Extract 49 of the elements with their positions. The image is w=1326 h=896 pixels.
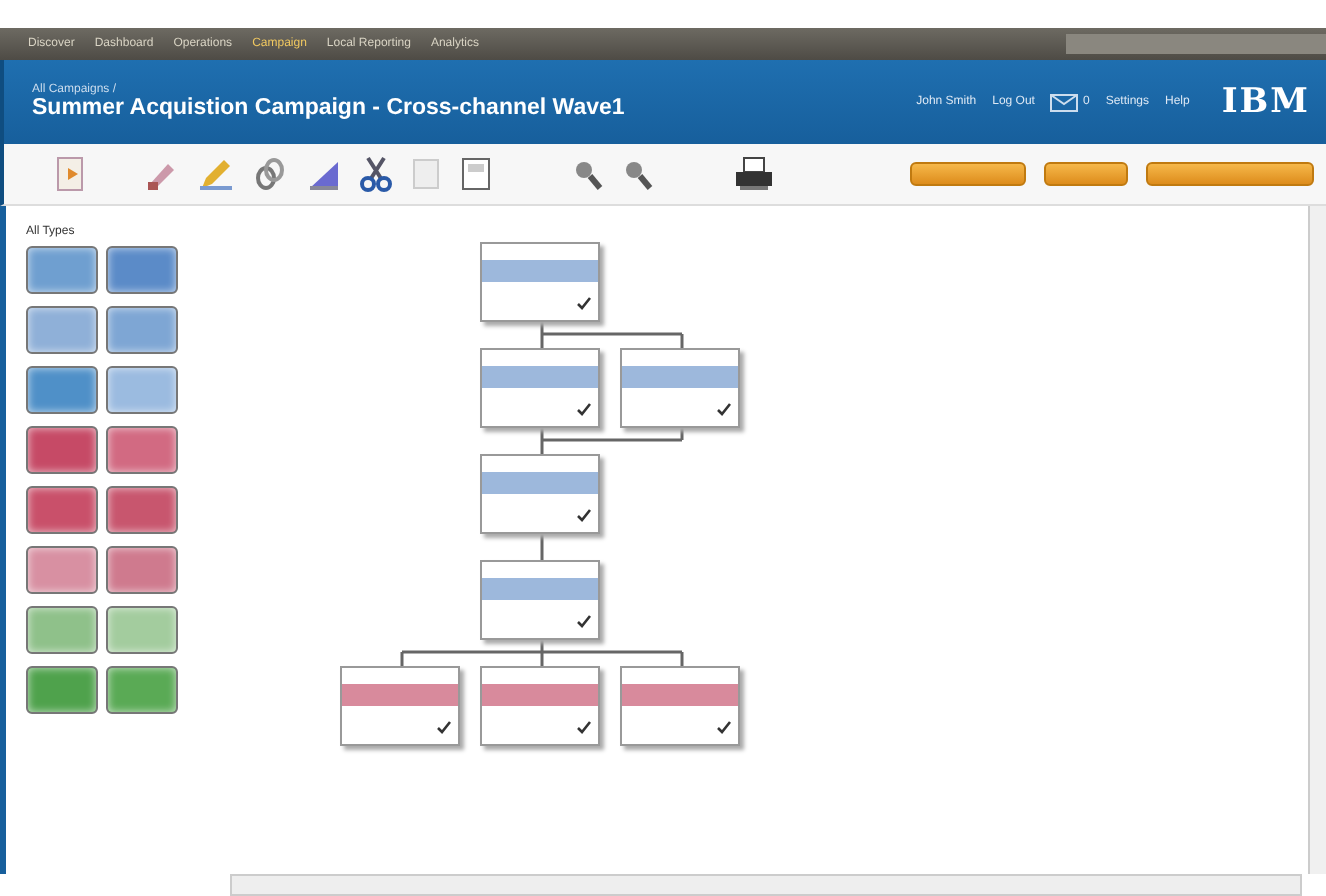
process-box[interactable]	[620, 666, 740, 746]
process-box[interactable]	[480, 666, 600, 746]
vertical-scrollbar[interactable]	[1308, 206, 1326, 874]
process-tile[interactable]	[26, 486, 98, 534]
process-tile[interactable]	[106, 306, 178, 354]
check-icon	[576, 614, 592, 628]
process-tile[interactable]	[106, 426, 178, 474]
process-tile[interactable]	[106, 546, 178, 594]
process-tile[interactable]	[26, 366, 98, 414]
process-tile[interactable]	[26, 606, 98, 654]
page-title: Summer Acquistion Campaign - Cross-channel Wave1	[32, 96, 625, 120]
process-tile[interactable]	[106, 666, 178, 714]
process-tile[interactable]	[106, 486, 178, 534]
horizontal-scrollbar[interactable]	[230, 874, 1302, 896]
process-tile[interactable]	[26, 546, 98, 594]
check-icon	[716, 720, 732, 734]
process-box[interactable]	[480, 242, 600, 322]
pencil-icon[interactable]	[198, 156, 234, 192]
check-icon	[716, 402, 732, 416]
action-button[interactable]	[1044, 162, 1128, 186]
connector-line	[538, 534, 546, 560]
search-field[interactable]	[1066, 34, 1326, 54]
check-icon	[576, 720, 592, 734]
check-icon	[576, 402, 592, 416]
scissors-icon[interactable]	[360, 156, 392, 192]
process-box[interactable]	[480, 348, 600, 428]
zoom-in-icon[interactable]	[572, 156, 604, 192]
process-box[interactable]	[620, 348, 740, 428]
process-tile[interactable]	[106, 246, 178, 294]
check-icon	[576, 296, 592, 310]
process-box[interactable]	[340, 666, 460, 746]
run-icon[interactable]	[56, 156, 88, 192]
process-tile[interactable]	[26, 246, 98, 294]
process-tile[interactable]	[26, 666, 98, 714]
check-icon	[436, 720, 452, 734]
check-icon	[576, 508, 592, 522]
mail-icon[interactable]	[1050, 93, 1079, 111]
process-tile[interactable]	[26, 426, 98, 474]
action-button[interactable]	[910, 162, 1026, 186]
action-button[interactable]	[1146, 162, 1314, 186]
process-box[interactable]	[480, 454, 600, 534]
process-tile[interactable]	[26, 306, 98, 354]
process-tile[interactable]	[106, 366, 178, 414]
logo: IBM	[1221, 82, 1310, 122]
link-icon[interactable]	[252, 156, 288, 192]
process-box[interactable]	[480, 560, 600, 640]
zoom-out-icon[interactable]	[622, 156, 654, 192]
print-icon[interactable]	[734, 156, 774, 192]
process-tile[interactable]	[106, 606, 178, 654]
